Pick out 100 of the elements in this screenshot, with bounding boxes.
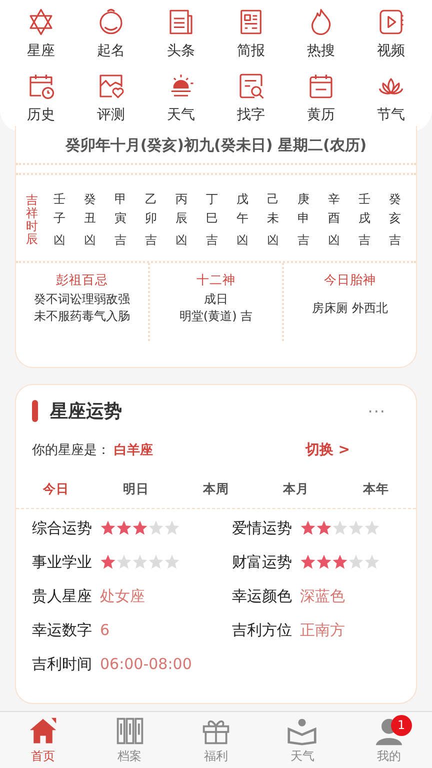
stem-text: 壬: [358, 191, 370, 208]
hexagram-icon: [27, 8, 55, 36]
stem-text: 癸: [388, 191, 401, 208]
item-value: 深蓝色: [300, 586, 345, 606]
stem-text: 庚: [297, 191, 310, 208]
star-icon: [100, 520, 116, 536]
house-icon: [28, 716, 58, 746]
accent-bar: [32, 400, 38, 422]
shortcut-item[interactable]: 头条: [146, 0, 216, 64]
item-label: 贵人星座: [32, 586, 92, 606]
more-button[interactable]: ···: [368, 402, 386, 420]
shortcut-item[interactable]: 评测: [76, 64, 146, 128]
hours-label: 吉祥时辰: [26, 194, 38, 246]
luck-text: 凶: [175, 232, 188, 249]
shortcut-item[interactable]: 简报: [216, 0, 286, 64]
newspaper-icon: [167, 8, 195, 36]
star-icon: [132, 520, 148, 536]
period-tab[interactable]: 本周: [176, 481, 256, 498]
branch-text: 酉: [328, 210, 340, 227]
period-tab[interactable]: 今日: [16, 481, 96, 498]
luck-text: 凶: [266, 232, 279, 249]
document-search-icon: [237, 72, 265, 100]
calendar-icon: [307, 72, 335, 100]
branch-text: 子: [53, 210, 66, 227]
stem-text: 壬: [53, 191, 66, 208]
star-icon: [116, 520, 132, 536]
section-title: 彭祖百忌: [55, 271, 109, 288]
branch-text: 丑: [84, 210, 96, 227]
branch-text: 辰: [175, 210, 188, 227]
star-icon: [100, 554, 116, 570]
stem-text: 丙: [175, 191, 188, 208]
shortcut-item[interactable]: 起名: [76, 0, 146, 64]
branch-text: 午: [236, 210, 248, 227]
section-text: 明堂(黄道) 吉: [178, 308, 254, 325]
section-text: 未不服药毒气入肠: [33, 308, 131, 325]
luck-text: 凶: [84, 232, 96, 249]
section-title: 十二神: [196, 271, 236, 288]
stem-text: 戊: [236, 191, 248, 208]
luck-text: 吉: [358, 232, 370, 249]
branch-text: 戌: [358, 210, 370, 227]
item-label: 吉利方位: [232, 620, 292, 640]
shortcut-item[interactable]: 历史: [6, 64, 76, 128]
star-icon: [300, 554, 316, 570]
chart-heart-icon: [97, 72, 125, 100]
calendar-clock-icon: [27, 72, 55, 100]
item-value: 6: [100, 621, 110, 639]
item-label: 吉利时间: [32, 654, 92, 674]
branch-text: 寅: [114, 210, 126, 227]
branch-text: 未: [266, 210, 279, 227]
item-label: 爱情运势: [232, 518, 292, 538]
item-label: 综合运势: [32, 518, 92, 538]
branch-text: 巳: [206, 210, 218, 227]
luck-text: 吉: [297, 232, 310, 249]
item-value: 处女座: [100, 586, 145, 606]
branch-text: 亥: [388, 210, 401, 227]
period-tab[interactable]: 明日: [96, 481, 176, 498]
switch-link[interactable]: 切换 >: [305, 441, 350, 459]
item-label: 财富运势: [232, 552, 292, 572]
period-tab[interactable]: 本年: [336, 481, 416, 498]
branch-text: 申: [297, 210, 310, 227]
stem-text: 丁: [206, 191, 218, 208]
item-label: 幸运数字: [32, 620, 92, 640]
section-text: 成日: [203, 291, 229, 308]
sign-label: 你的星座是：: [32, 442, 110, 459]
star-icon: [300, 520, 316, 536]
section-title: 今日胎神: [323, 271, 377, 288]
nav-tab[interactable]: 首页: [0, 712, 86, 768]
nav-tab[interactable]: 我的 1: [346, 712, 432, 768]
section-text: 房床厕 外西北: [311, 300, 389, 317]
lunar-date: 癸卯年十月(癸亥)初九(癸未日) 星期二(农历): [64, 135, 368, 156]
shortcut-item[interactable]: 视频: [356, 0, 426, 64]
notification-badge: 1: [390, 715, 412, 736]
shortcut-item[interactable]: 热搜: [286, 0, 356, 64]
stem-text: 癸: [84, 191, 96, 208]
star-icon: [316, 554, 332, 570]
item-value: 06:00-08:00: [100, 655, 192, 673]
shortcut-item[interactable]: 节气: [356, 64, 426, 128]
shortcut-item[interactable]: 找字: [216, 64, 286, 128]
section-text: 癸不词讼理弱敌强: [33, 291, 131, 308]
star-icon: [332, 554, 348, 570]
luck-text: 凶: [236, 232, 248, 249]
shortcut-item[interactable]: 黄历: [286, 64, 356, 128]
stem-text: 甲: [114, 191, 126, 208]
stem-text: 乙: [144, 191, 157, 208]
item-value: 正南方: [300, 620, 345, 640]
luck-text: 凶: [328, 232, 340, 249]
shortcut-item[interactable]: 天气: [146, 64, 216, 128]
stem-text: 己: [266, 191, 279, 208]
branch-text: 卯: [144, 210, 157, 227]
luck-text: 吉: [144, 232, 157, 249]
binders-icon: [114, 716, 145, 746]
stem-text: 辛: [328, 191, 340, 208]
luck-text: 吉: [388, 232, 401, 249]
face-icon: [97, 8, 125, 36]
luck-text: 凶: [53, 232, 66, 249]
play-icon: [377, 8, 405, 36]
card-title: 星座运势: [50, 400, 123, 423]
sign-value: 白羊座: [114, 442, 154, 459]
shortcut-item[interactable]: 星座: [6, 0, 76, 64]
period-tab[interactable]: 本月: [256, 481, 336, 498]
